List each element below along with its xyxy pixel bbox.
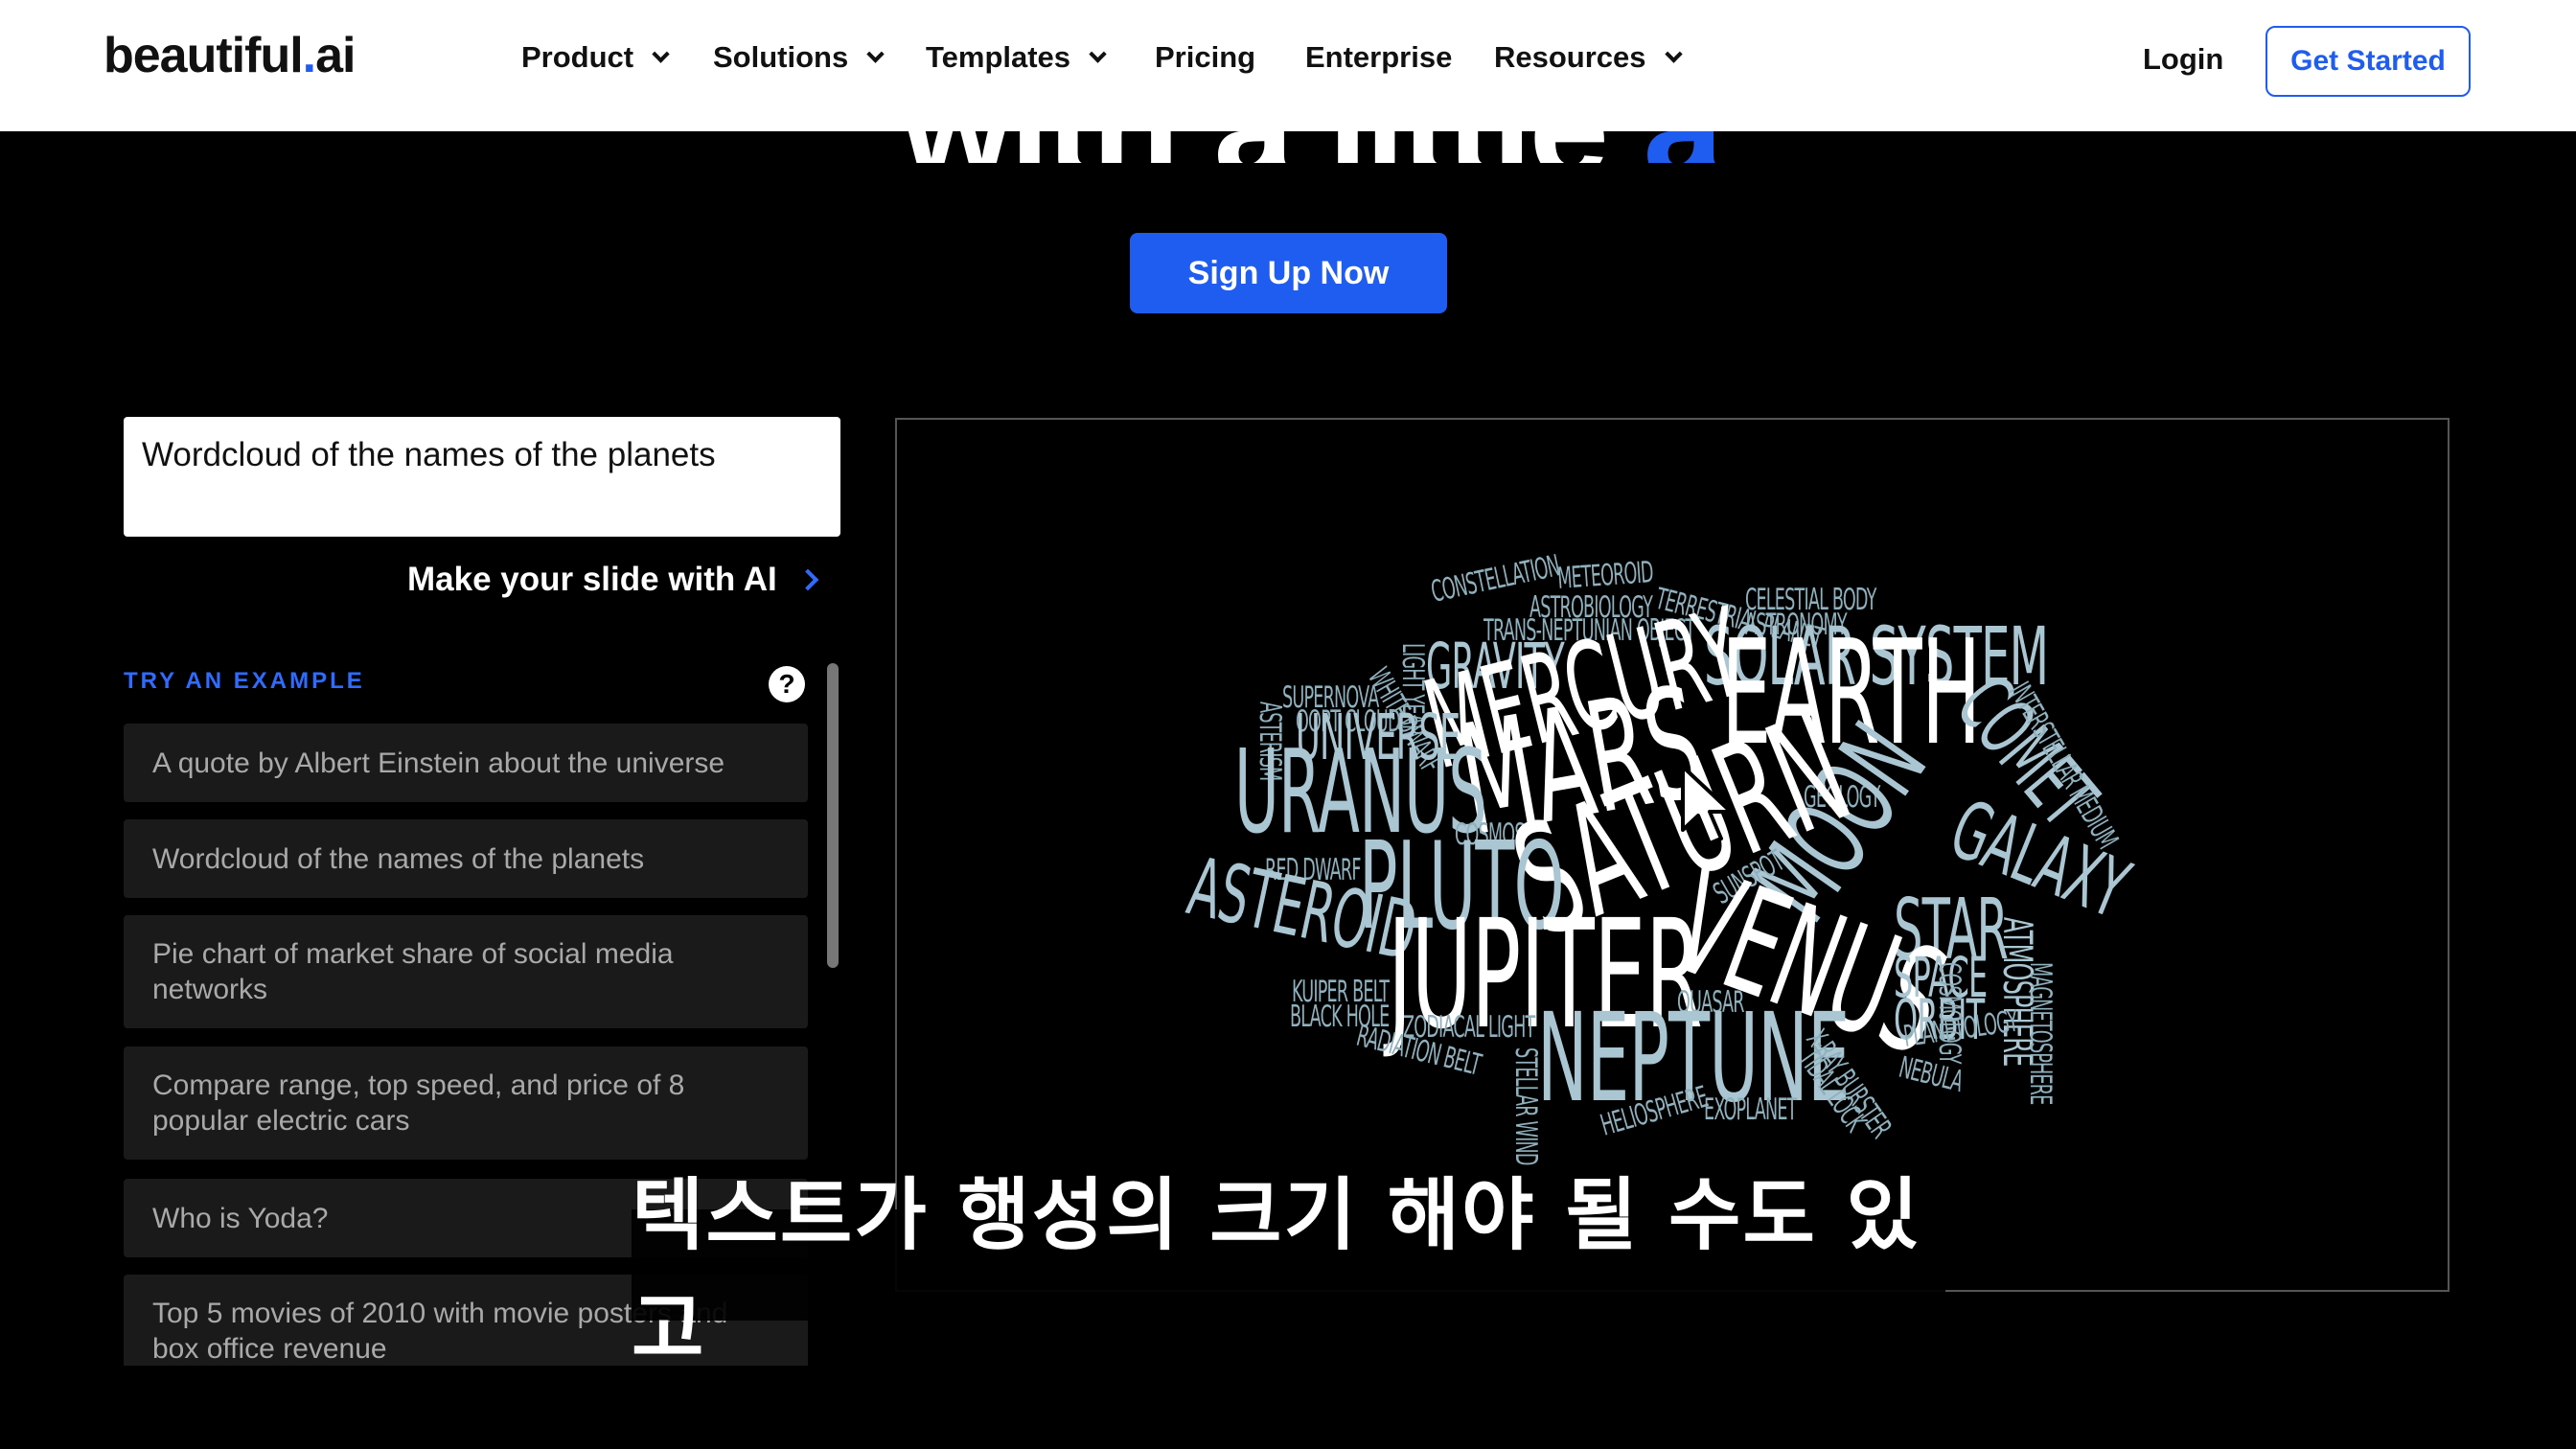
menu-solutions[interactable]: Solutions (713, 40, 885, 75)
example-label: Who is Yoda? (152, 1202, 329, 1234)
menu-enterprise[interactable]: Enterprise (1305, 40, 1452, 75)
get-started-button[interactable]: Get Started (2266, 26, 2471, 97)
logo[interactable]: beautiful.ai (104, 27, 356, 84)
prompt-input[interactable]: Wordcloud of the names of the planets (124, 417, 840, 537)
make-slide-label: Make your slide with AI (407, 561, 777, 598)
menu-product[interactable]: Product (521, 40, 670, 75)
menu-label: Resources (1494, 40, 1646, 74)
mouse-cursor-icon (1681, 765, 1733, 845)
example-item[interactable]: Pie chart of market share of social medi… (124, 915, 808, 1028)
example-label: A quote by Albert Einstein about the uni… (152, 747, 725, 779)
menu-resources[interactable]: Resources (1494, 40, 1683, 75)
example-item[interactable]: Compare range, top speed, and price of 8… (124, 1046, 808, 1160)
try-an-example-label: TRY AN EXAMPLE (124, 668, 365, 694)
chevron-right-icon (796, 568, 819, 591)
make-slide-with-ai-button[interactable]: Make your slide with AI (407, 561, 819, 599)
example-label: Compare range, top speed, and price of 8… (152, 1070, 685, 1137)
menu-pricing[interactable]: Pricing (1155, 40, 1255, 75)
example-list-scrollbar[interactable] (827, 663, 839, 968)
menu-label: Product (521, 40, 634, 74)
subtitle-text: 텍스트가 행성의 크기 해야 될 수도 있고 (632, 1170, 1920, 1375)
chevron-down-icon (652, 44, 670, 63)
wordcloud-word: MAGNETOSPHERE (2024, 962, 2058, 1105)
wordcloud-word: EXOPLANET (1704, 1092, 1798, 1127)
logo-ai: ai (315, 28, 356, 83)
example-item[interactable]: A quote by Albert Einstein about the uni… (124, 724, 808, 802)
video-subtitle: 텍스트가 행성의 크기 해야 될 수도 있고 (632, 1170, 1945, 1375)
wordcloud-word: STELLAR WIND (1509, 1047, 1544, 1165)
chevron-down-icon (1664, 44, 1683, 63)
chevron-down-icon (866, 44, 885, 63)
menu-templates[interactable]: Templates (926, 40, 1107, 75)
menu-label: Pricing (1155, 40, 1256, 74)
chevron-down-icon (1089, 44, 1107, 63)
logo-main: beautiful (104, 28, 304, 83)
sign-up-now-button[interactable]: Sign Up Now (1130, 233, 1447, 313)
menu-label: Enterprise (1305, 40, 1453, 74)
example-label: Wordcloud of the names of the planets (152, 842, 645, 875)
top-navbar: beautiful.ai Product Solutions Templates… (0, 0, 2576, 131)
login-link[interactable]: Login (2143, 42, 2223, 77)
menu-label: Templates (926, 40, 1071, 74)
question-circle-icon[interactable]: ? (769, 666, 805, 702)
example-label: Pie chart of market share of social medi… (152, 938, 674, 1005)
logo-dot: . (302, 28, 316, 83)
menu-label: Solutions (713, 40, 849, 74)
example-item[interactable]: Wordcloud of the names of the planets (124, 819, 808, 898)
